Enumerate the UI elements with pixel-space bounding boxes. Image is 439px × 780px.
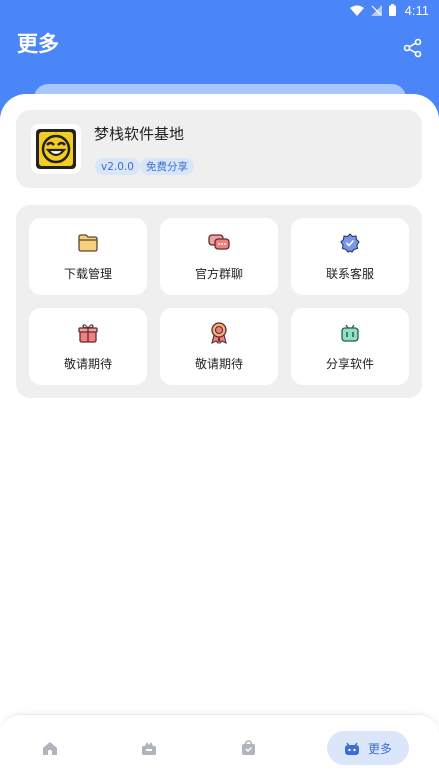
more-icon [344,742,359,755]
battery-icon [388,4,396,16]
app-logo [31,124,81,174]
tool-download-manager[interactable]: 下载管理 [29,218,147,295]
smiley-logo-icon [36,129,76,169]
nav-more-label: 更多 [367,741,392,756]
app-name: 梦栈软件基地 [94,125,185,143]
tool-share-software[interactable]: 分享软件 [291,308,409,385]
app-info-card: 梦栈软件基地 v2.0.0 免费分享 [16,110,422,188]
chat-icon [208,232,230,254]
nav-more[interactable]: 更多 [327,731,409,765]
home-icon [43,741,57,755]
tool-label: 分享软件 [325,357,374,371]
nav-home[interactable] [38,731,62,765]
signal-icon [370,4,382,16]
tool-coming-soon-2[interactable]: 敬请期待 [160,308,278,385]
page-title: 更多 [17,32,59,56]
share-icon [403,38,422,58]
status-bar: 4:11 [0,0,439,20]
category-icon [142,741,156,755]
wifi-icon [349,5,364,16]
share-button[interactable] [402,37,424,59]
tool-coming-soon-1[interactable]: 敬请期待 [29,308,147,385]
tool-contact-support[interactable]: 联系客服 [291,218,409,295]
tool-label: 官方群聊 [194,267,243,281]
tool-label: 敬请期待 [194,357,243,371]
tool-label: 联系客服 [325,267,374,281]
verified-badge-icon [339,232,361,254]
medal-icon [208,322,230,344]
tool-official-group[interactable]: 官方群聊 [160,218,278,295]
license-badge: 免费分享 [140,158,194,175]
nav-category[interactable] [137,731,161,765]
bottom-navigation: 更多 [0,714,439,780]
bag-icon [241,740,255,755]
share-box-icon [339,322,361,344]
version-badge: v2.0.0 [95,158,140,175]
folder-icon [77,232,99,254]
tool-label: 敬请期待 [63,357,112,371]
nav-bag[interactable] [236,731,260,765]
tools-grid: 下载管理 官方群聊 联系客服 敬请期待 敬请期待 分享软件 [16,205,422,398]
content-sheet [0,94,439,780]
gift-icon [77,322,99,344]
status-time: 4:11 [404,2,429,18]
tool-label: 下载管理 [63,267,112,281]
